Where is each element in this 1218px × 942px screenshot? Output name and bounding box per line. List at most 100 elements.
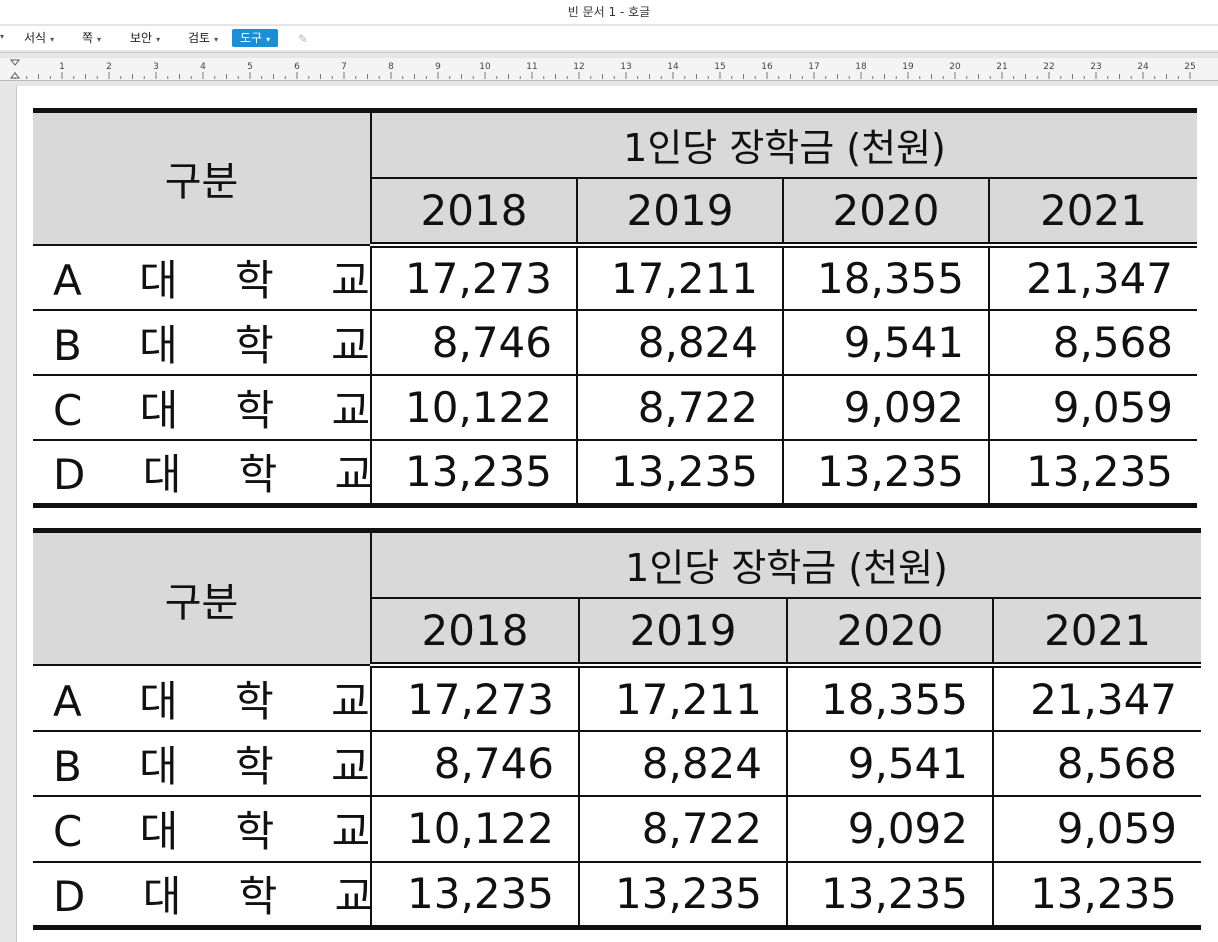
scholarship-table-2: 구분 1인당 장학금 (천원) 2018 2019 2020 2021 A 대 학 교 17,… [33, 527, 1202, 930]
ruler-label: 23 [1090, 62, 1101, 72]
menu-security[interactable]: 보안 ▾ [126, 29, 164, 47]
ruler-scale: 1 2 3 4 5 6 7 8 9 10 11 12 13 14 15 16 17 18 19 20 21 22 23 24 2… [9, 59, 1196, 79]
scholarship-value-cell[interactable]: 8,746 [370, 308, 578, 376]
year-header[interactable]: 2019 [578, 596, 788, 669]
ruler-label: 6 [294, 62, 300, 72]
scholarship-value-cell[interactable]: 8,746 [370, 729, 580, 798]
scholarship-value-cell[interactable]: 13,235 [991, 860, 1202, 930]
scholarship-value-cell[interactable]: 21,347 [991, 664, 1202, 732]
scholarship-value-cell[interactable]: 17,273 [370, 664, 580, 732]
group-header[interactable]: 1인당 장학금 (천원) [369, 527, 1202, 599]
ruler-label: 17 [808, 62, 819, 72]
year-header[interactable]: 2020 [786, 596, 994, 669]
university-name-cell[interactable]: B 대 학 교 [33, 729, 372, 798]
ruler-label: 16 [761, 62, 773, 72]
group-header[interactable]: 1인당 장학금 (천원) [369, 107, 1198, 179]
ruler-label: 21 [996, 62, 1007, 72]
chevron-down-icon: ▾ [50, 35, 55, 44]
scholarship-value-cell[interactable]: 9,541 [782, 308, 990, 376]
table-row: C 대 학 교 10,122 8,722 9,092 9,059 [33, 795, 1202, 863]
ruler-label: 1 [59, 62, 65, 72]
university-name-cell[interactable]: B 대 학 교 [33, 308, 372, 376]
scholarship-value-cell[interactable]: 10,122 [370, 795, 580, 863]
scholarship-value-cell[interactable]: 9,541 [786, 729, 994, 798]
table-row: D 대 학 교 13,235 13,235 13,235 13,235 [33, 860, 1202, 930]
chevron-down-icon[interactable]: ▾ [0, 32, 4, 41]
scholarship-value-cell[interactable]: 8,722 [578, 795, 788, 863]
university-name-cell[interactable]: D 대 학 교 [33, 860, 372, 930]
corner-header[interactable]: 구분 [33, 107, 372, 246]
scholarship-value-cell[interactable]: 8,824 [576, 308, 784, 376]
chevron-down-icon: ▾ [214, 35, 219, 44]
university-name-cell[interactable]: A 대 학 교 [33, 664, 372, 732]
scholarship-value-cell[interactable]: 13,235 [370, 860, 580, 930]
menu-bar: ▾ 서식 ▾ 쪽 ▾ 보안 ▾ 검토 ▾ 도구 ▾ ✎ [0, 26, 1218, 50]
window-title: 빈 문서 1 - 호글 [0, 0, 1218, 24]
ruler-label: 15 [714, 62, 725, 72]
scholarship-value-cell[interactable]: 13,235 [987, 438, 1198, 508]
ruler-label: 20 [949, 62, 961, 72]
document-page[interactable]: 구분 1인당 장학금 (천원) 2018 2019 2020 2021 A 대 학 교 17,… [16, 86, 1218, 942]
university-name-cell[interactable]: C 대 학 교 [33, 795, 372, 863]
ruler-label: 9 [435, 62, 441, 72]
horizontal-ruler[interactable]: 1 2 3 4 5 6 7 8 9 10 11 12 13 14 15 16 17 18 19 20 21 22 23 24 2… [0, 58, 1218, 81]
table-row: B 대 학 교 8,746 8,824 9,541 8,568 [33, 729, 1202, 798]
ruler-label: 14 [667, 62, 679, 72]
ruler-label: 11 [526, 62, 537, 72]
university-name-cell[interactable]: D 대 학 교 [33, 438, 372, 508]
table-row: B 대 학 교 8,746 8,824 9,541 8,568 [33, 308, 1198, 376]
scholarship-value-cell[interactable]: 9,059 [991, 795, 1202, 863]
scholarship-table-1: 구분 1인당 장학금 (천원) 2018 2019 2020 2021 A 대 학 교 17,… [33, 107, 1198, 508]
scholarship-value-cell[interactable]: 8,722 [576, 373, 784, 441]
ruler-label: 5 [247, 62, 253, 72]
scholarship-value-cell[interactable]: 8,568 [991, 729, 1202, 798]
ruler-label: 4 [200, 62, 206, 72]
ruler-label: 8 [388, 62, 394, 72]
scholarship-value-cell[interactable]: 17,273 [370, 243, 578, 311]
year-header[interactable]: 2021 [987, 176, 1198, 248]
chevron-down-icon: ▾ [97, 35, 102, 44]
ruler-label: 12 [573, 62, 584, 72]
year-header[interactable]: 2019 [576, 176, 784, 248]
scholarship-value-cell[interactable]: 8,824 [578, 729, 788, 798]
scholarship-value-cell[interactable]: 17,211 [578, 664, 788, 732]
scholarship-value-cell[interactable]: 13,235 [578, 860, 788, 930]
scholarship-value-cell[interactable]: 18,355 [782, 243, 990, 311]
scholarship-value-cell[interactable]: 21,347 [987, 243, 1198, 311]
indent-marker-icon[interactable] [9, 59, 21, 79]
scholarship-value-cell[interactable]: 13,235 [782, 438, 990, 508]
ruler-label: 18 [855, 62, 867, 72]
scholarship-value-cell[interactable]: 13,235 [576, 438, 784, 508]
menu-format[interactable]: 서식 ▾ [20, 29, 58, 47]
scholarship-value-cell[interactable]: 9,059 [987, 373, 1198, 441]
menu-tools[interactable]: 도구 ▾ [232, 29, 279, 47]
year-header[interactable]: 2020 [782, 176, 990, 248]
menu-review[interactable]: 검토 ▾ [184, 29, 222, 47]
table-row: C 대 학 교 10,122 8,722 9,092 9,059 [33, 373, 1198, 441]
year-header[interactable]: 2018 [370, 596, 580, 669]
year-header[interactable]: 2021 [991, 596, 1202, 669]
scholarship-value-cell[interactable]: 13,235 [786, 860, 994, 930]
scholarship-value-cell[interactable]: 18,355 [786, 664, 994, 732]
menu-page-label: 쪽 [82, 31, 94, 45]
chevron-down-icon: ▾ [156, 35, 161, 44]
ruler-label: 13 [620, 62, 631, 72]
menu-page[interactable]: 쪽 ▾ [78, 29, 105, 47]
scholarship-value-cell[interactable]: 17,211 [576, 243, 784, 311]
scholarship-value-cell[interactable]: 10,122 [370, 373, 578, 441]
macro-icon[interactable]: ✎ [298, 32, 314, 46]
university-name-cell[interactable]: A 대 학 교 [33, 243, 372, 311]
menu-security-label: 보안 [130, 31, 153, 45]
menu-tools-label: 도구 [240, 31, 263, 45]
ruler-label: 22 [1043, 62, 1054, 72]
chevron-down-icon: ▾ [266, 35, 271, 44]
year-header[interactable]: 2018 [370, 176, 578, 248]
corner-header[interactable]: 구분 [33, 528, 372, 667]
toolbar-divider [0, 52, 1218, 53]
scholarship-value-cell[interactable]: 8,568 [987, 308, 1198, 376]
scholarship-value-cell[interactable]: 9,092 [782, 373, 990, 441]
scholarship-value-cell[interactable]: 9,092 [786, 795, 994, 863]
ruler-label: 7 [341, 62, 347, 72]
scholarship-value-cell[interactable]: 13,235 [370, 438, 578, 508]
university-name-cell[interactable]: C 대 학 교 [33, 373, 372, 441]
